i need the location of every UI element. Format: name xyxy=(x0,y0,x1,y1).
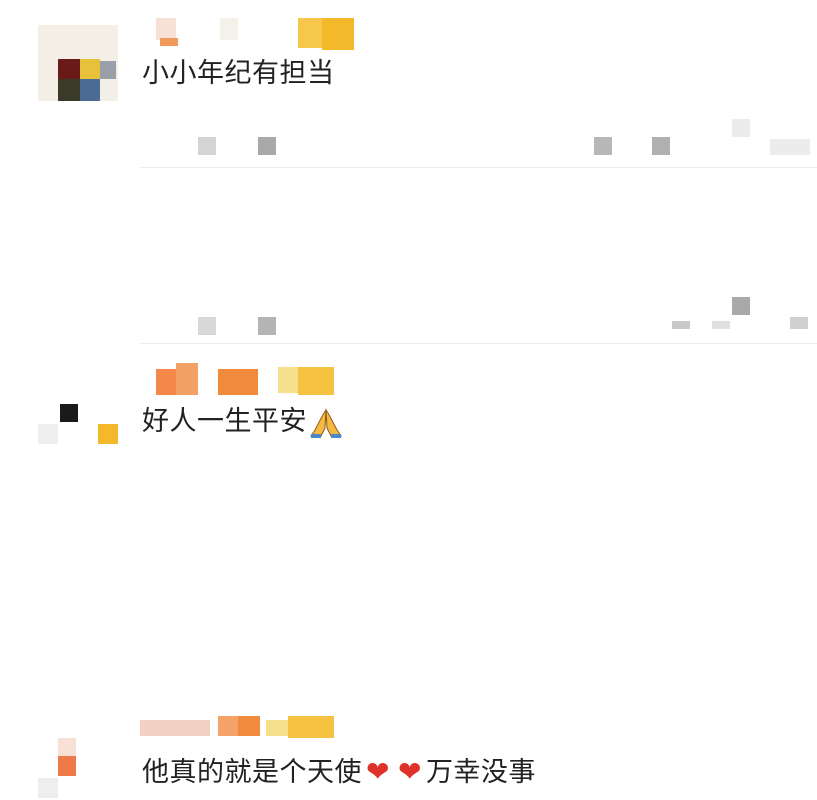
avatar-pixel xyxy=(38,778,58,798)
username-pixel xyxy=(298,18,322,48)
avatar-pixel xyxy=(58,59,80,81)
comment-text-after: 万幸没事 xyxy=(425,757,536,788)
username-pixel xyxy=(238,716,260,736)
like-button-pixel[interactable] xyxy=(732,297,750,315)
comment-meta-pixelated xyxy=(0,119,817,157)
username-pixel xyxy=(156,18,176,40)
avatar-pixel xyxy=(100,61,116,79)
heart-icon: ❤ xyxy=(397,755,422,788)
meta-pixel xyxy=(198,137,216,155)
username-pixel xyxy=(266,720,288,736)
reply-button-pixel[interactable] xyxy=(594,137,612,155)
like-button-pixel[interactable] xyxy=(652,137,670,155)
username-pixelated[interactable] xyxy=(156,14,361,54)
avatar-pixel xyxy=(80,79,100,101)
reply-button-pixel[interactable] xyxy=(672,321,690,329)
heart-icon: ❤ xyxy=(366,755,390,788)
comment-text: 他真的就是个天使 ❤ ❤ 万幸没事 xyxy=(142,756,536,789)
username-pixel xyxy=(220,18,238,40)
username-pixel xyxy=(322,18,354,50)
comment-meta-pixelated xyxy=(0,297,817,337)
meta-pixel xyxy=(258,137,276,155)
avatar-pixel xyxy=(58,79,80,101)
meta-pixel xyxy=(712,321,730,329)
avatar[interactable] xyxy=(38,724,82,800)
avatar-pixel xyxy=(58,756,76,776)
meta-pixel xyxy=(790,317,808,329)
avatar-pixel xyxy=(58,738,76,756)
username-pixel xyxy=(160,38,178,46)
avatar-pixel xyxy=(80,59,100,79)
username-pixel xyxy=(140,720,210,736)
comment-item: 好人一生平安 xyxy=(0,168,817,444)
comment-item: 小小年纪有担当 xyxy=(0,0,817,168)
comment-text: 小小年纪有担当 xyxy=(142,58,335,89)
meta-pixel xyxy=(258,317,276,335)
meta-pixel xyxy=(770,139,810,155)
avatar[interactable] xyxy=(38,25,118,101)
comment-text-before: 他真的就是个天使 xyxy=(142,757,362,788)
username-pixel xyxy=(218,716,238,736)
meta-pixel xyxy=(732,119,750,137)
username-pixelated[interactable] xyxy=(140,716,340,738)
username-pixel xyxy=(288,716,334,738)
comment-item: 他真的就是个天使 ❤ ❤ 万幸没事 xyxy=(0,344,817,798)
meta-pixel xyxy=(198,317,216,335)
